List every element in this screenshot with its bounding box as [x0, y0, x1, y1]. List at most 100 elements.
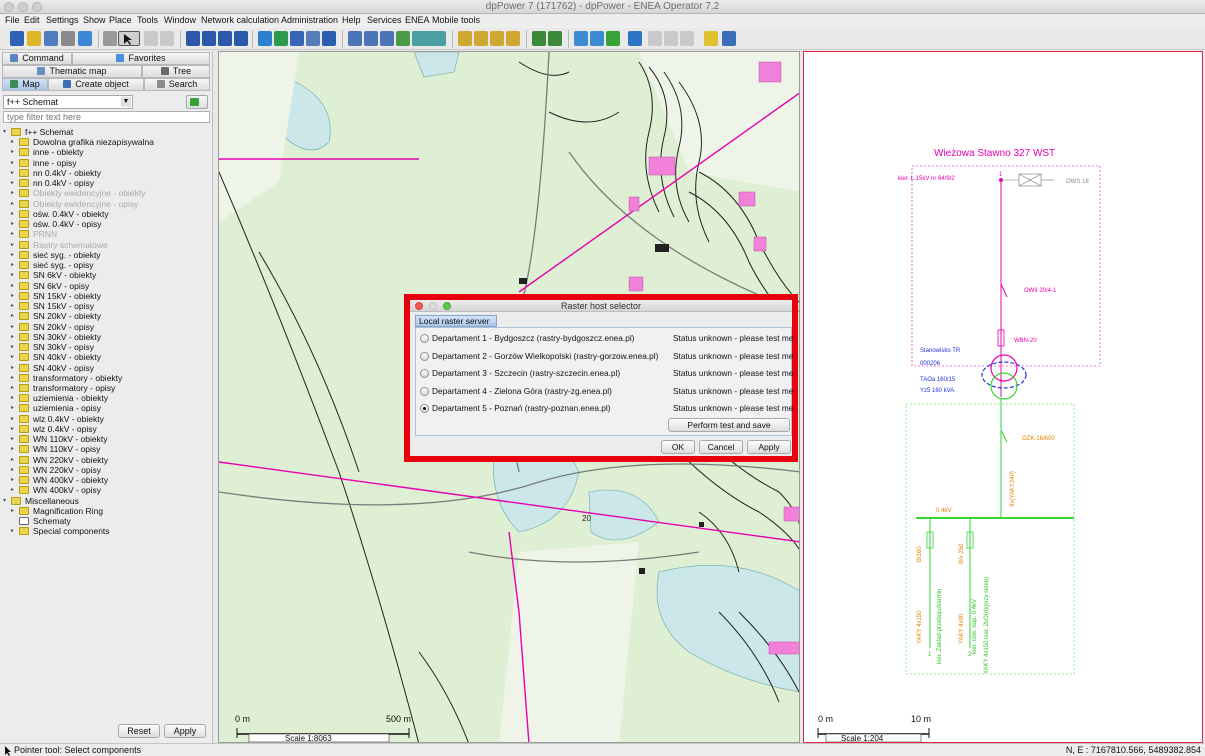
new-icon[interactable]	[44, 31, 58, 46]
chevron-right-icon[interactable]: ▸	[11, 526, 16, 536]
tab-map[interactable]: Map	[2, 78, 48, 91]
layers-icon[interactable]	[186, 31, 200, 46]
tab-create-object[interactable]: Create object	[48, 78, 144, 91]
stop-icon[interactable]	[680, 31, 694, 46]
chevron-right-icon[interactable]: ▸	[11, 240, 16, 250]
department-radio[interactable]	[420, 334, 429, 343]
open-icon[interactable]	[27, 31, 41, 46]
chevron-right-icon[interactable]: ▸	[11, 281, 16, 291]
tab-local-raster-server[interactable]: Local raster server	[415, 315, 497, 327]
chevron-right-icon[interactable]: ▸	[11, 188, 16, 198]
menu-network-calculation[interactable]: Network calculation	[201, 15, 279, 25]
chevron-right-icon[interactable]: ▸	[11, 178, 16, 188]
schema-select[interactable]: f++ Schemat ▼	[3, 95, 133, 109]
draw-polygon-icon[interactable]	[364, 31, 378, 46]
edit-attributes-icon[interactable]	[474, 31, 488, 46]
connect-icon[interactable]	[490, 31, 504, 46]
chevron-right-icon[interactable]: ▸	[11, 311, 16, 321]
disconnect-icon[interactable]	[506, 31, 520, 46]
chevron-right-icon[interactable]: ▸	[11, 485, 16, 495]
draw-text-icon[interactable]	[380, 31, 394, 46]
cancel-button[interactable]: Cancel	[699, 440, 743, 454]
pencil-icon[interactable]	[396, 31, 410, 46]
menu-edit[interactable]: Edit	[24, 15, 40, 25]
dialog-apply-button[interactable]: Apply	[747, 440, 791, 454]
department-row[interactable]: Departament 1 - Bydgoszcz (rastry-bydgos…	[416, 330, 793, 347]
pan-icon[interactable]	[606, 31, 620, 46]
department-row[interactable]: Departament 2 - Gorzów Wielkopolski (ras…	[416, 348, 793, 365]
chevron-right-icon[interactable]: ▸	[11, 270, 16, 280]
chevron-right-icon[interactable]: ▸	[11, 147, 16, 157]
chevron-right-icon[interactable]: ▸	[11, 291, 16, 301]
layers-edit-icon[interactable]	[234, 31, 248, 46]
chevron-right-icon[interactable]: ▸	[11, 260, 16, 270]
pointer-tool-icon[interactable]	[118, 31, 140, 46]
chevron-right-icon[interactable]: ▸	[11, 475, 16, 485]
chevron-right-icon[interactable]: ▸	[11, 322, 16, 332]
cube-icon[interactable]	[322, 31, 336, 46]
chevron-right-icon[interactable]: ▸	[11, 352, 16, 362]
reset-button[interactable]: Reset	[118, 724, 160, 738]
print-icon[interactable]	[61, 31, 75, 46]
ok-button[interactable]: OK	[661, 440, 695, 454]
zoom-out-icon[interactable]	[590, 31, 604, 46]
chevron-right-icon[interactable]: ▸	[11, 383, 16, 393]
menu-enea[interactable]: ENEA	[405, 15, 430, 25]
menu-tools[interactable]: Tools	[137, 15, 158, 25]
chevron-right-icon[interactable]: ▸	[11, 465, 16, 475]
department-row[interactable]: Departament 5 - Poznań (rastry-poznan.en…	[416, 400, 793, 417]
perform-test-button[interactable]: Perform test and save	[668, 418, 790, 432]
trace-icon[interactable]	[548, 31, 562, 46]
shield-icon[interactable]	[258, 31, 272, 46]
dialog-close-button[interactable]	[415, 302, 423, 310]
refresh-map-icon[interactable]	[274, 31, 288, 46]
tab-favorites[interactable]: Favorites	[72, 52, 210, 65]
apply-button[interactable]: Apply	[164, 724, 206, 738]
chevron-right-icon[interactable]: ▸	[11, 434, 16, 444]
draw-line-icon[interactable]	[348, 31, 362, 46]
zoom-in-icon[interactable]	[574, 31, 588, 46]
chevron-right-icon[interactable]: ▸	[11, 301, 16, 311]
layers-add-icon[interactable]	[202, 31, 216, 46]
dialog-minimize-button[interactable]	[429, 302, 437, 310]
chevron-down-icon[interactable]: ▾	[3, 127, 8, 137]
back-icon[interactable]	[648, 31, 662, 46]
department-radio[interactable]	[420, 369, 429, 378]
menu-services[interactable]: Services	[367, 15, 402, 25]
chevron-right-icon[interactable]: ▸	[11, 363, 16, 373]
chevron-right-icon[interactable]: ▸	[11, 444, 16, 454]
chevron-right-icon[interactable]: ▸	[11, 137, 16, 147]
save-icon[interactable]	[10, 31, 24, 46]
tab-thematic-map[interactable]: Thematic map	[2, 65, 142, 78]
chevron-right-icon[interactable]: ▸	[11, 209, 16, 219]
network-icon[interactable]	[532, 31, 546, 46]
chevron-right-icon[interactable]: ▸	[11, 373, 16, 383]
chevron-right-icon[interactable]: ▸	[11, 158, 16, 168]
tree-filter-input[interactable]	[3, 111, 210, 123]
chevron-right-icon[interactable]: ▸	[11, 229, 16, 239]
refresh-icon[interactable]	[628, 31, 642, 46]
tab-tree[interactable]: Tree	[142, 65, 210, 78]
document-icon[interactable]	[103, 31, 117, 46]
department-radio[interactable]	[420, 404, 429, 413]
lightbulb-icon[interactable]	[704, 31, 718, 46]
menu-settings[interactable]: Settings	[46, 15, 79, 25]
forward-icon[interactable]	[664, 31, 678, 46]
chevron-right-icon[interactable]: ▸	[11, 219, 16, 229]
chevron-right-icon[interactable]: ▸	[11, 199, 16, 209]
tab-search[interactable]: Search	[144, 78, 210, 91]
redo-icon[interactable]	[160, 31, 174, 46]
chevron-right-icon[interactable]: ▸	[11, 424, 16, 434]
menu-administration[interactable]: Administration	[281, 15, 338, 25]
tab-command[interactable]: Command	[2, 52, 72, 65]
menu-place[interactable]: Place	[109, 15, 132, 25]
schematic-view[interactable]: Wieżowa Stawno 327 WST kier. L.15kV nr 6…	[803, 51, 1203, 743]
layers-remove-icon[interactable]	[218, 31, 232, 46]
menu-help[interactable]: Help	[342, 15, 361, 25]
department-row[interactable]: Departament 3 - Szczecin (rastry-szczeci…	[416, 365, 793, 382]
chevron-right-icon[interactable]: ▸	[11, 250, 16, 260]
measure-icon[interactable]	[306, 31, 320, 46]
department-row[interactable]: Departament 4 - Zielona Góra (rastry-zg.…	[416, 383, 793, 400]
chevron-right-icon[interactable]: ▸	[11, 414, 16, 424]
align-icon[interactable]	[412, 31, 446, 46]
